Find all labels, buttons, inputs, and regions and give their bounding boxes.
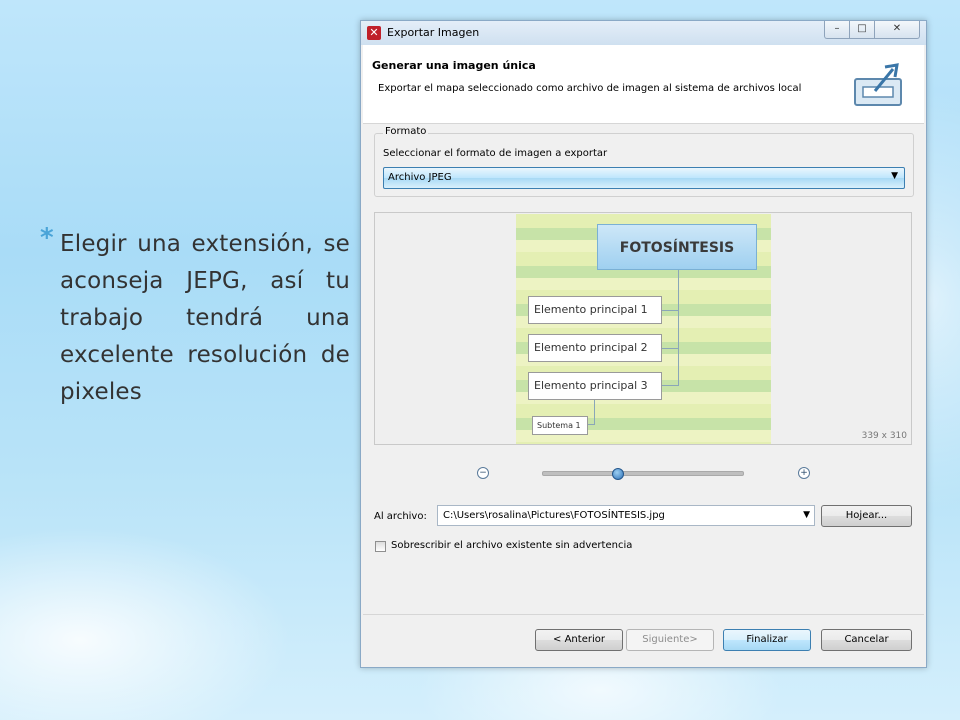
chevron-down-icon[interactable]: ▼ [803, 510, 810, 520]
export-icon [854, 63, 902, 106]
bullet-text: Elegir una extensión, se aconseja JEPG, … [60, 231, 350, 405]
format-legend: Formato [383, 126, 429, 137]
wizard-title: Generar una imagen única [372, 59, 536, 72]
connector-line [662, 385, 678, 386]
zoom-in-icon[interactable]: + [798, 467, 810, 479]
dialog-title: Exportar Imagen [387, 26, 480, 39]
close-button[interactable]: ✕ [874, 21, 920, 39]
cancel-button[interactable]: Cancelar [821, 629, 912, 651]
connector-line [588, 424, 594, 425]
format-select-value: Archivo JPEG [388, 172, 452, 183]
minimize-button[interactable]: – [824, 21, 850, 39]
title-bar[interactable]: ✕ Exportar Imagen – □ ✕ [361, 21, 926, 45]
app-icon: ✕ [367, 26, 381, 40]
preview-panel: FOTOSÍNTESIS Elemento principal 1 Elemen… [374, 212, 912, 445]
overwrite-label: Sobrescribir el archivo existente sin ad… [391, 540, 633, 551]
file-label: Al archivo: [374, 511, 427, 522]
format-group: Formato Seleccionar el formato de imagen… [374, 126, 914, 197]
zoom-slider[interactable] [542, 468, 744, 480]
topic-1: Elemento principal 1 [528, 296, 662, 324]
file-path-value: C:\Users\rosalina\Pictures\FOTOSÍNTESIS.… [443, 510, 665, 521]
format-label: Seleccionar el formato de imagen a expor… [383, 148, 608, 159]
back-button[interactable]: < Anterior [535, 629, 623, 651]
connector-line [594, 400, 595, 425]
overwrite-checkbox[interactable] [375, 541, 386, 552]
wizard-description: Exportar el mapa seleccionado como archi… [378, 83, 802, 94]
connector-line [662, 310, 678, 311]
connector-line [678, 270, 679, 386]
slide-bullet: * Elegir una extensión, se aconseja JEPG… [40, 223, 350, 411]
wizard-header: Generar una imagen única Exportar el map… [363, 45, 924, 124]
subtopic: Subtema 1 [532, 416, 588, 435]
chevron-down-icon[interactable]: ▼ [891, 171, 898, 181]
footer-divider [363, 614, 924, 615]
preview-image: FOTOSÍNTESIS Elemento principal 1 Elemen… [516, 214, 771, 444]
format-select[interactable]: Archivo JPEG ▼ [383, 167, 905, 189]
topic-3: Elemento principal 3 [528, 372, 662, 400]
connector-line [662, 348, 678, 349]
finish-button[interactable]: Finalizar [723, 629, 811, 651]
export-image-dialog: ✕ Exportar Imagen – □ ✕ Generar una imag… [360, 20, 927, 668]
zoom-out-icon[interactable]: − [477, 467, 489, 479]
browse-button[interactable]: Hojear... [821, 505, 912, 527]
zoom-slider-thumb[interactable] [612, 468, 624, 480]
image-dimensions: 339 x 310 [861, 431, 907, 441]
topic-2: Elemento principal 2 [528, 334, 662, 362]
file-path-combo[interactable]: C:\Users\rosalina\Pictures\FOTOSÍNTESIS.… [437, 505, 815, 526]
bullet-marker: * [40, 223, 54, 253]
next-button[interactable]: Siguiente> [626, 629, 714, 651]
maximize-button[interactable]: □ [849, 21, 875, 39]
main-topic: FOTOSÍNTESIS [597, 224, 757, 270]
